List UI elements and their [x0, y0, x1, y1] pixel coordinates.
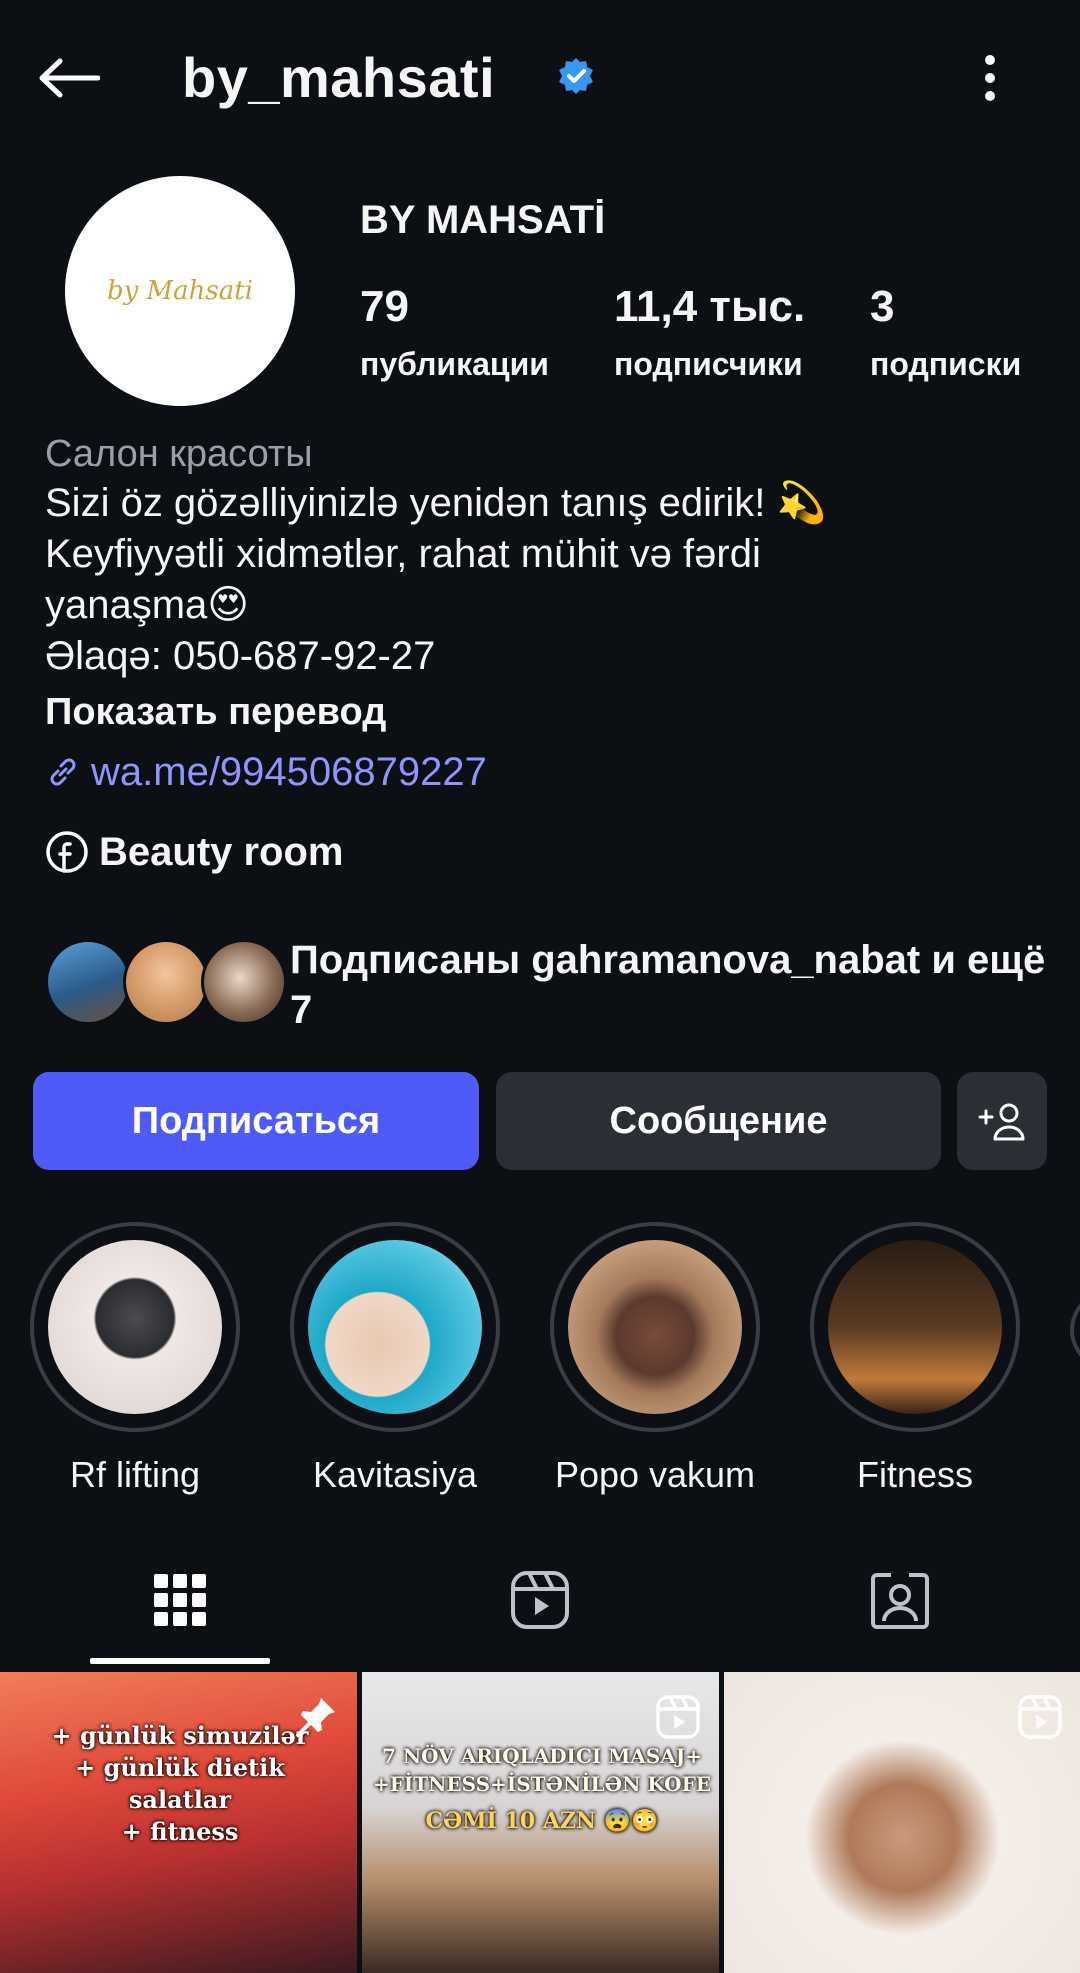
followers-label: подписчики — [614, 346, 803, 382]
highlight-ring — [810, 1222, 1020, 1432]
reels-icon — [1018, 1695, 1062, 1739]
follow-button[interactable]: Подписаться — [33, 1072, 479, 1170]
highlight-cover — [568, 1240, 742, 1414]
stat-following[interactable]: 3 подписки — [870, 280, 1021, 394]
verified-badge-icon — [559, 58, 593, 94]
message-button[interactable]: Сообщение — [496, 1072, 941, 1170]
display-name: BY MAHSATİ — [360, 198, 606, 242]
followed-by-row[interactable]: Подписаны gahramanova_nabat и ещё 7 — [45, 935, 1045, 1035]
profile-tabs — [0, 1535, 1080, 1665]
bio-line: Əlaqə: 050-687-92-27 — [45, 634, 436, 678]
story-highlight[interactable]: Kavitasiya — [290, 1222, 500, 1496]
arrow-left-icon — [39, 58, 100, 98]
grid-icon — [154, 1574, 206, 1626]
post-tile[interactable]: 7 NÖV ARIQLADICI MASAJ+ +FİTNESS+İSTƏNİL… — [362, 1672, 719, 1973]
following-count: 3 — [870, 282, 895, 331]
add-user-icon — [978, 1103, 1025, 1141]
story-highlight[interactable]: Popo vakum — [550, 1222, 760, 1496]
profile-bio: Салон красоты Sizi öz gözəlliyinizlə yen… — [45, 430, 1045, 882]
avatar — [201, 939, 287, 1025]
highlight-cover — [308, 1240, 482, 1414]
back-button[interactable] — [30, 40, 106, 116]
tab-posts-grid[interactable] — [0, 1535, 360, 1665]
link-icon — [50, 758, 76, 786]
story-highlight[interactable]: Fitness — [810, 1222, 1020, 1496]
show-translation-link[interactable]: Показать перевод — [45, 682, 1045, 742]
story-highlight[interactable]: Rf lifting — [30, 1222, 240, 1496]
highlight-label: Popo vakum — [554, 1454, 756, 1495]
avatar — [123, 939, 209, 1025]
highlight-label: Kavitasiya — [312, 1454, 478, 1495]
stat-posts[interactable]: 79 публикации — [360, 280, 549, 394]
facebook-label: Beauty room — [99, 830, 344, 874]
posts-grid: + günlük simuzilər + günlük dietik salat… — [0, 1672, 1080, 1973]
category-label: Салон красоты — [45, 433, 313, 475]
posts-count: 79 — [360, 282, 409, 331]
avatar-logo: by Mahsati — [106, 276, 254, 306]
profile-username: by_mahsati — [182, 46, 496, 109]
more-options-button[interactable] — [960, 38, 1020, 118]
profile-avatar[interactable]: by Mahsati — [65, 176, 295, 406]
bio-link[interactable]: wa.me/994506879227 — [45, 742, 1045, 802]
posts-label: публикации — [360, 346, 549, 382]
bio-line: Sizi öz gözəlliyinizlə yenidən tanış edi… — [45, 481, 827, 525]
bio-line: yanaşma😍 — [45, 583, 250, 627]
tagged-user-icon — [871, 1573, 929, 1629]
suggest-users-button[interactable] — [957, 1072, 1047, 1170]
pin-icon — [296, 1698, 335, 1737]
post-tile[interactable]: + günlük simuzilər + günlük dietik salat… — [0, 1672, 357, 1973]
stat-followers[interactable]: 11,4 тыс. подписчики — [614, 280, 805, 394]
facebook-link[interactable]: Beauty room — [45, 822, 1045, 882]
post-caption-price: CƏMİ 10 AZN 😨😳 — [425, 1808, 659, 1834]
post-tile[interactable] — [724, 1672, 1080, 1973]
post-caption-text: + günlük simuzilər + günlük dietik salat… — [51, 1721, 309, 1846]
post-caption: 7 NÖV ARIQLADICI MASAJ+ +FİTNESS+İSTƏNİL… — [372, 1744, 712, 1796]
highlight-cover — [48, 1240, 222, 1414]
avatar — [45, 939, 131, 1025]
tab-reels[interactable] — [360, 1535, 720, 1665]
following-label: подписки — [870, 346, 1022, 382]
highlight-cover — [828, 1240, 1002, 1414]
highlight-ring — [550, 1222, 760, 1432]
followed-by-text: Подписаны gahramanova_nabat и ещё 7 — [290, 938, 1046, 1032]
top-bar: by_mahsati — [0, 0, 1080, 150]
post-caption: + günlük simuzilər + günlük dietik salat… — [20, 1720, 340, 1848]
highlight-ring — [290, 1222, 500, 1432]
reels-icon — [656, 1695, 700, 1739]
facebook-icon — [46, 831, 88, 873]
followers-count: 11,4 тыс. — [614, 282, 806, 331]
highlight-label: Rf lifting — [69, 1454, 201, 1495]
reels-icon — [511, 1571, 569, 1629]
bio-line: Keyfiyyətli xidmətlər, rahat mühit və fə… — [45, 532, 761, 576]
tab-tagged[interactable] — [720, 1535, 1080, 1665]
more-vertical-icon — [985, 55, 995, 101]
highlight-label: Fitness — [856, 1454, 974, 1495]
highlight-ring — [30, 1222, 240, 1432]
active-tab-indicator — [90, 1658, 270, 1664]
bio-link-text: wa.me/994506879227 — [91, 750, 487, 794]
story-highlight-partial[interactable] — [1070, 1290, 1080, 1370]
mutual-avatars — [45, 939, 287, 1029]
